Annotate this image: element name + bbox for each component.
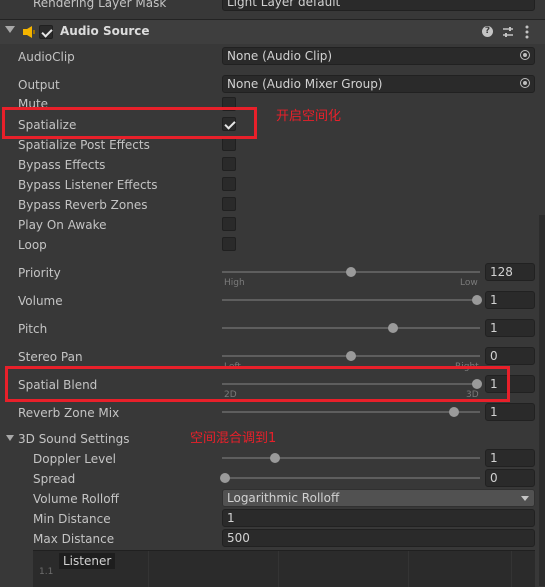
volume-rolloff-value: Logarithmic Rolloff [227, 491, 340, 505]
stereo-pan-label: Stereo Pan [18, 350, 83, 364]
pitch-label: Pitch [18, 322, 48, 336]
bypass-effects-checkbox[interactable] [222, 157, 236, 171]
audioclip-label: AudioClip [18, 50, 75, 64]
bypass-listener-effects-label: Bypass Listener Effects [18, 178, 158, 192]
max-distance-field[interactable]: 500 [222, 529, 535, 547]
volume-rolloff-label: Volume Rolloff [33, 492, 119, 506]
volume-rolloff-dropdown[interactable]: Logarithmic Rolloff [222, 489, 535, 507]
rendering-layer-mask-value: Light Layer default [227, 0, 341, 9]
pitch-value-field[interactable]: 1 [485, 319, 535, 337]
volume-slider-thumb[interactable] [472, 295, 482, 305]
min-distance-label: Min Distance [33, 512, 111, 526]
spatialize-highlight-box [2, 107, 257, 139]
spread-value-field[interactable]: 0 [485, 469, 535, 487]
chevron-down-icon [521, 496, 529, 501]
spatial-blend-annotation: 空间混合调到1 [190, 431, 277, 446]
max-distance-label: Max Distance [33, 532, 115, 546]
scrollbar-track[interactable] [539, 215, 545, 586]
enable-component-checkbox[interactable] [39, 25, 53, 39]
speaker-icon [22, 25, 36, 39]
output-value: None (Audio Mixer Group) [227, 77, 383, 91]
loop-label: Loop [18, 238, 47, 252]
reverb-zone-mix-value: 1 [490, 405, 498, 419]
priority-value: 128 [490, 265, 513, 279]
min-distance-value: 1 [227, 511, 235, 525]
priority-label: Priority [18, 266, 61, 280]
volume-value-field[interactable]: 1 [485, 291, 535, 309]
help-icon[interactable]: ? [482, 26, 493, 37]
spatial-blend-highlight-box [5, 366, 510, 402]
object-picker-icon[interactable] [520, 78, 530, 88]
rolloff-curve-graph[interactable]: Listener 1.1 [33, 550, 535, 587]
bypass-effects-label: Bypass Effects [18, 158, 106, 172]
spatialize-post-effects-checkbox[interactable] [222, 137, 236, 151]
spread-slider-track[interactable] [222, 477, 480, 479]
pitch-value: 1 [490, 321, 498, 335]
doppler-value-field[interactable]: 1 [485, 449, 535, 467]
pitch-slider-thumb[interactable] [388, 323, 399, 333]
spatialize-post-effects-label: Spatialize Post Effects [18, 138, 150, 152]
priority-tick-high: High [224, 278, 245, 288]
spread-slider-thumb[interactable] [220, 473, 230, 483]
foldout-arrow-icon[interactable] [5, 26, 15, 33]
priority-tick-low: Low [460, 278, 478, 288]
preset-settings-icon[interactable] [502, 26, 514, 38]
volume-value: 1 [490, 293, 498, 307]
reverb-zone-mix-label: Reverb Zone Mix [18, 406, 120, 420]
max-distance-value: 500 [227, 531, 250, 545]
graph-gridline [148, 551, 149, 587]
volume-slider-track[interactable] [222, 299, 480, 301]
graph-gridline [511, 551, 512, 587]
graph-gridline [278, 551, 279, 587]
rendering-layer-mask-field[interactable]: Light Layer default [222, 0, 535, 11]
sound3d-settings-label[interactable]: 3D Sound Settings [18, 431, 130, 447]
stereo-pan-value-field[interactable]: 0 [485, 347, 535, 365]
bypass-reverb-zones-checkbox[interactable] [222, 197, 236, 211]
object-picker-icon[interactable] [520, 50, 530, 60]
component-title: Audio Source [60, 24, 150, 38]
spatialize-annotation: 开启空间化 [276, 109, 342, 124]
reverb-zone-mix-value-field[interactable]: 1 [485, 403, 535, 421]
doppler-slider-thumb[interactable] [270, 453, 281, 463]
audioclip-value: None (Audio Clip) [227, 49, 333, 63]
play-on-awake-checkbox[interactable] [222, 217, 236, 231]
reverb-zone-mix-slider-thumb[interactable] [449, 407, 460, 417]
graph-y-label: 1.1 [39, 567, 54, 577]
spread-value: 0 [490, 471, 498, 485]
graph-gridline [408, 551, 409, 587]
spread-label: Spread [33, 472, 76, 486]
more-options-icon[interactable] [525, 25, 529, 39]
doppler-value: 1 [490, 451, 498, 465]
doppler-level-label: Doppler Level [33, 452, 116, 466]
play-on-awake-label: Play On Awake [18, 218, 107, 232]
reverb-zone-mix-slider-track[interactable] [222, 411, 480, 413]
audio-source-header[interactable]: Audio Source ? [0, 20, 545, 44]
volume-label: Volume [18, 294, 63, 308]
pitch-slider-track[interactable] [222, 327, 480, 329]
output-label: Output [18, 78, 60, 92]
stereo-pan-value: 0 [490, 349, 498, 363]
min-distance-field[interactable]: 1 [222, 509, 535, 527]
audioclip-field[interactable]: None (Audio Clip) [222, 47, 535, 65]
doppler-slider-track[interactable] [222, 457, 480, 459]
sound3d-foldout-arrow-icon[interactable] [6, 435, 14, 441]
loop-checkbox[interactable] [222, 237, 236, 251]
listener-legend: Listener [59, 553, 116, 569]
priority-slider-thumb[interactable] [346, 267, 356, 277]
priority-value-field[interactable]: 128 [485, 263, 535, 281]
stereo-pan-slider-thumb[interactable] [346, 351, 356, 361]
bypass-listener-effects-checkbox[interactable] [222, 177, 236, 191]
rendering-layer-mask-label: Rendering Layer Mask [33, 0, 167, 10]
output-field[interactable]: None (Audio Mixer Group) [222, 75, 535, 93]
bypass-reverb-zones-label: Bypass Reverb Zones [18, 198, 148, 212]
